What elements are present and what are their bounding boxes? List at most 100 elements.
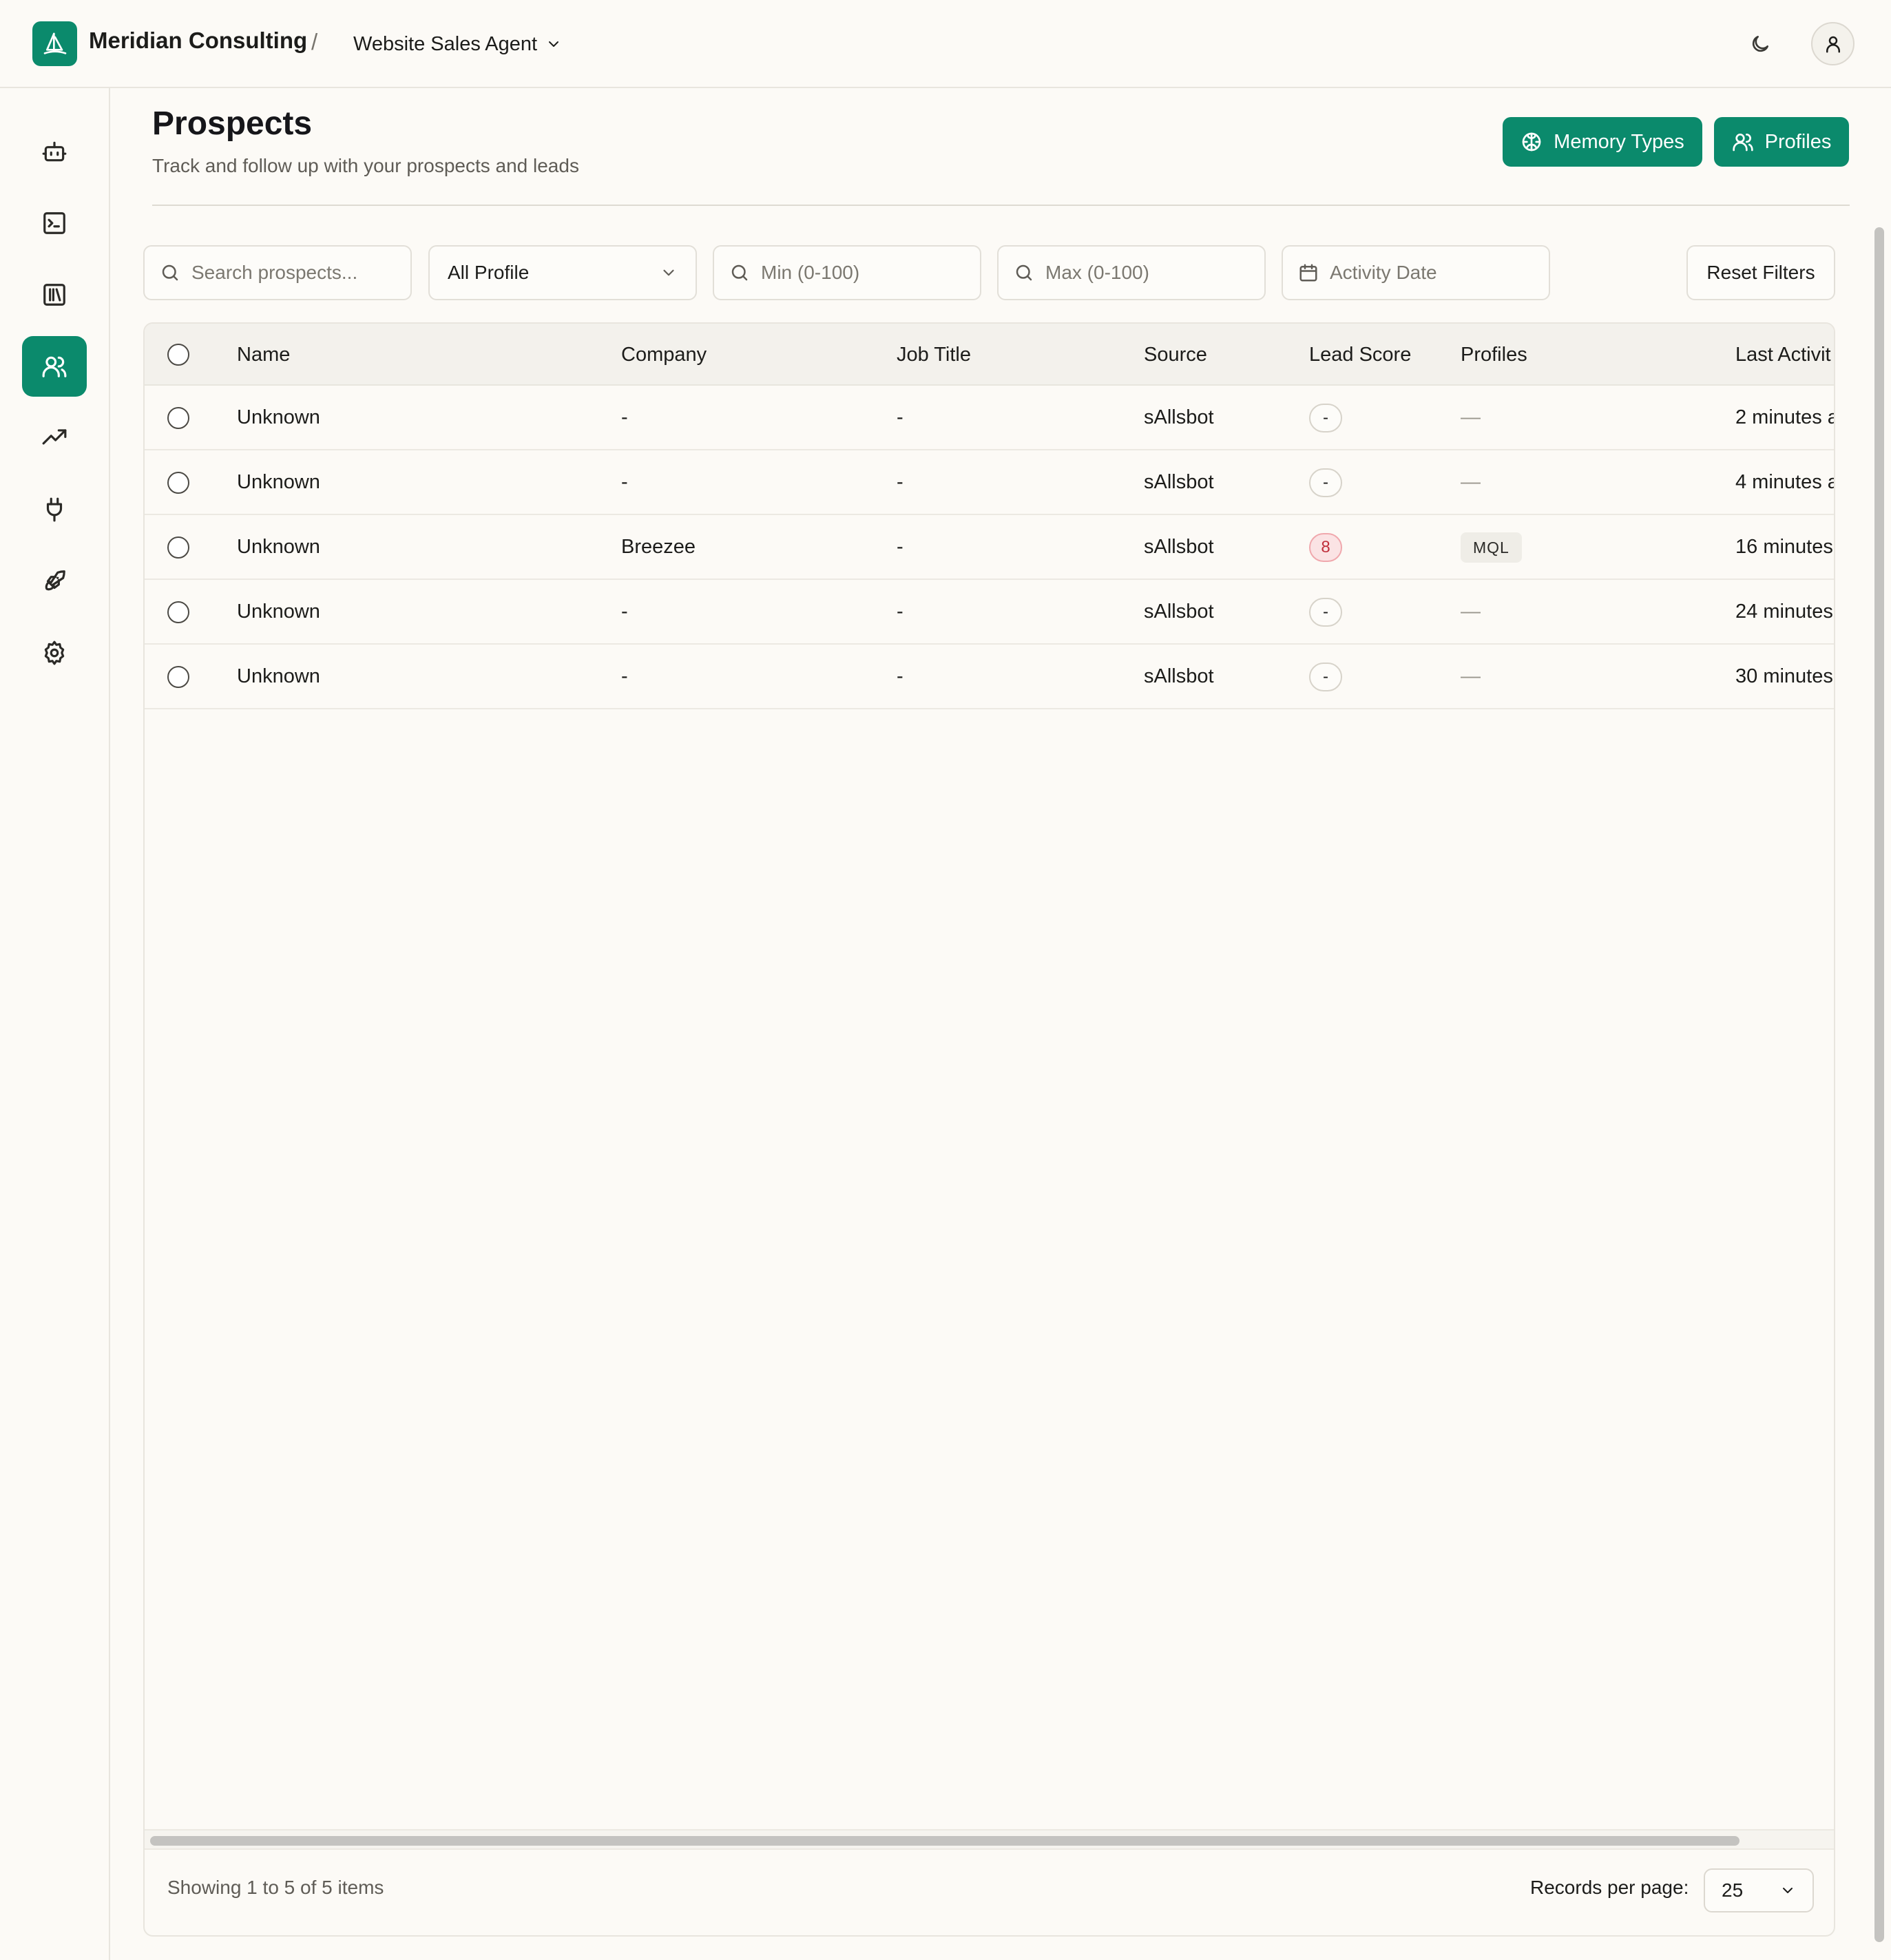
table-row[interactable]: Unknown - - sAllsbot - — 24 minutes <box>145 580 1834 645</box>
sidebar-item-integrations[interactable] <box>22 479 87 540</box>
lead-score-badge: 8 <box>1309 533 1342 562</box>
table-row[interactable]: Unknown Breezee - sAllsbot 8 MQL 16 minu… <box>145 515 1834 580</box>
calendar-icon <box>1299 264 1317 282</box>
header-divider <box>152 205 1850 206</box>
cell-company: - <box>621 471 628 493</box>
column-header-profiles[interactable]: Profiles <box>1461 324 1527 386</box>
cell-source: sAllsbot <box>1144 536 1214 558</box>
records-per-page-label: Records per page: <box>1530 1877 1689 1898</box>
terminal-icon <box>43 212 65 234</box>
cell-name: Unknown <box>237 406 320 428</box>
cell-company: Breezee <box>621 536 696 558</box>
cell-job-title: - <box>897 665 903 687</box>
cell-last-activity: 2 minutes a <box>1735 406 1835 428</box>
profiles-button[interactable]: Profiles <box>1714 117 1849 167</box>
settings-icon <box>44 640 65 665</box>
sail-logo-icon[interactable] <box>32 21 77 66</box>
brain-icon <box>1522 132 1541 152</box>
theme-toggle-button[interactable] <box>1745 29 1775 59</box>
min-score-input[interactable]: Min (0-100) <box>713 245 981 300</box>
table-row[interactable]: Unknown - - sAllsbot - — 30 minutes <box>145 645 1834 709</box>
cell-name: Unknown <box>237 536 320 558</box>
cell-last-activity: 30 minutes <box>1735 665 1833 687</box>
column-header-source[interactable]: Source <box>1144 324 1207 386</box>
trending-up-icon <box>42 429 67 445</box>
chevron-down-icon <box>663 269 674 276</box>
search-icon <box>162 264 178 281</box>
cell-last-activity: 4 minutes a <box>1735 471 1835 493</box>
agent-selector[interactable]: Website Sales Agent <box>353 25 562 63</box>
pagination-summary: Showing 1 to 5 of 5 items <box>167 1877 384 1898</box>
lead-score-badge: - <box>1309 598 1342 627</box>
cell-source: sAllsbot <box>1144 665 1214 687</box>
min-score-placeholder: Min (0-100) <box>761 262 860 283</box>
users-icon <box>1732 134 1753 152</box>
row-select-radio[interactable] <box>167 536 189 559</box>
cell-profiles: — <box>1461 601 1481 623</box>
sidebar-item-agents[interactable] <box>22 121 87 182</box>
search-icon <box>1016 264 1032 281</box>
top-bar: Meridian Consulting / Website Sales Agen… <box>0 0 1891 88</box>
chevron-down-icon <box>549 41 559 47</box>
sidebar-item-settings[interactable] <box>22 623 87 683</box>
column-header-last-activity[interactable]: Last Activit <box>1735 324 1834 386</box>
cell-last-activity: 16 minutes <box>1735 536 1833 558</box>
cell-last-activity: 24 minutes <box>1735 601 1833 623</box>
breadcrumb-separator: / <box>311 29 318 54</box>
cell-name: Unknown <box>237 665 320 687</box>
cell-company: - <box>621 406 628 428</box>
profile-filter-value: All Profile <box>448 262 530 283</box>
profile-badge: MQL <box>1461 532 1522 563</box>
cell-source: sAllsbot <box>1144 406 1214 428</box>
cell-company: - <box>621 665 628 687</box>
sidebar-item-library[interactable] <box>22 264 87 325</box>
max-score-input[interactable]: Max (0-100) <box>997 245 1266 300</box>
horizontal-scrollbar[interactable] <box>145 1829 1834 1850</box>
user-icon <box>1826 36 1840 52</box>
chevron-down-icon <box>1783 1888 1793 1893</box>
memory-types-button[interactable]: Memory Types <box>1503 117 1702 167</box>
row-select-radio[interactable] <box>167 601 189 623</box>
prospects-table: Name Company Job Title Source Lead Score… <box>143 322 1835 1937</box>
table-row[interactable]: Unknown - - sAllsbot - — 2 minutes a <box>145 386 1835 450</box>
column-header-company[interactable]: Company <box>621 324 707 386</box>
sidebar-item-console[interactable] <box>22 193 87 253</box>
moon-icon <box>1752 36 1768 52</box>
column-header-lead-score[interactable]: Lead Score <box>1309 324 1411 386</box>
row-select-radio[interactable] <box>167 666 189 688</box>
page-title: Prospects <box>152 105 313 142</box>
memory-types-label: Memory Types <box>1554 130 1684 153</box>
horizontal-scrollbar-thumb[interactable] <box>150 1836 1739 1846</box>
cell-profiles: — <box>1461 665 1481 687</box>
reset-filters-button[interactable]: Reset Filters <box>1686 245 1835 300</box>
row-select-radio[interactable] <box>167 472 189 494</box>
users-icon <box>42 356 67 377</box>
table-row[interactable]: Unknown - - sAllsbot - — 4 minutes a <box>145 450 1835 515</box>
activity-date-picker[interactable]: Activity Date <box>1282 245 1550 300</box>
brand-name[interactable]: Meridian Consulting <box>89 28 307 54</box>
records-per-page-select[interactable]: 25 <box>1704 1868 1814 1912</box>
row-select-radio[interactable] <box>167 407 189 429</box>
vertical-scrollbar-thumb[interactable] <box>1874 227 1884 1942</box>
cell-profiles: — <box>1461 471 1481 493</box>
column-header-name[interactable]: Name <box>237 324 290 386</box>
page-subtitle: Track and follow up with your prospects … <box>152 155 579 176</box>
search-input[interactable]: Search prospects... <box>143 245 412 300</box>
column-header-job-title[interactable]: Job Title <box>897 324 971 386</box>
table-header: Name Company Job Title Source Lead Score… <box>145 324 1834 386</box>
library-icon <box>43 284 65 306</box>
cell-source: sAllsbot <box>1144 601 1214 623</box>
sidebar-item-prospects[interactable] <box>22 336 87 397</box>
cell-name: Unknown <box>237 601 320 623</box>
profile-filter-select[interactable]: All Profile <box>428 245 697 300</box>
max-score-placeholder: Max (0-100) <box>1045 262 1149 283</box>
cell-job-title: - <box>897 536 903 558</box>
activity-date-placeholder: Activity Date <box>1330 262 1437 283</box>
lead-score-badge: - <box>1309 663 1342 691</box>
cell-job-title: - <box>897 471 903 493</box>
select-all-radio[interactable] <box>167 344 189 366</box>
sidebar-item-analytics[interactable] <box>22 408 87 468</box>
user-avatar-button[interactable] <box>1811 22 1855 65</box>
sidebar-item-deploy[interactable] <box>22 551 87 612</box>
lead-score-badge: - <box>1309 404 1342 432</box>
